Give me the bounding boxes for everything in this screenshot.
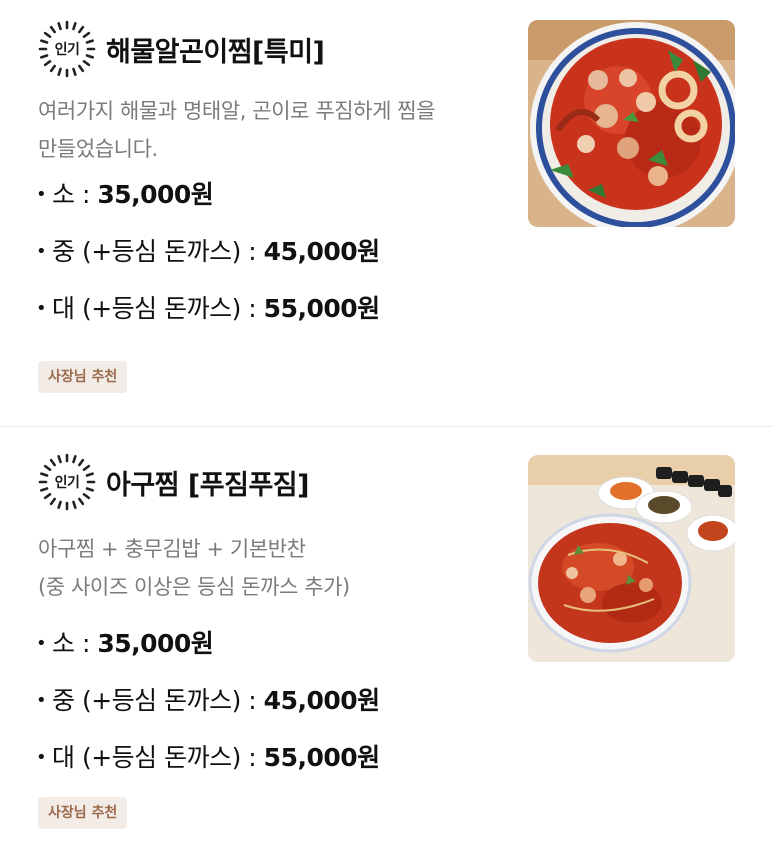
price-row-small: • 소 : 35,000원 [36,615,380,672]
size-label: 소 : [52,180,98,209]
popular-badge: 인기 [38,20,96,78]
bullet: • [36,747,47,768]
size-label: 중 (+등심 돈까스) : [52,237,264,266]
item-description: 아구찜 + 충무김밥 + 기본반찬 (중 사이즈 이상은 등심 돈까스 추가) [38,530,508,606]
bullet: • [36,241,47,262]
bullet: • [36,298,47,319]
item-title: 해물알곤이찜[특미] [106,36,325,68]
item-header: 인기 해물알곤이찜[특미] [38,20,325,78]
bullet: • [36,184,47,205]
price-list: • 소 : 35,000원 • 중 (+등심 돈까스) : 45,000원 • 대 (… [36,615,380,786]
description-line: 만들었습니다. [38,137,158,161]
bullet: • [36,690,47,711]
price-row-small: • 소 : 35,000원 [36,166,380,223]
price-value: 55,000원 [263,294,380,323]
price-row-medium: • 중 (+등심 돈까스) : 45,000원 [36,672,380,729]
monkfish-steam-photo[interactable] [528,455,735,662]
size-label: 중 (+등심 돈까스) : [52,686,264,715]
owner-recommend-badge: 사장님 추천 [38,361,128,393]
menu-item[interactable]: 인기 아구찜 [푸짐푸짐] 아구찜 + 충무김밥 + 기본반찬 (중 사이즈 이… [0,426,773,852]
price-value: 35,000원 [97,180,214,209]
item-title: 아구찜 [푸짐푸짐] [106,469,309,501]
item-description: 여러가지 해물과 명태알, 곤이로 푸짐하게 찜을 만들었습니다. [38,92,508,168]
price-value: 45,000원 [263,686,380,715]
price-value: 35,000원 [97,629,214,658]
size-label: 대 (+등심 돈까스) : [52,294,264,323]
price-row-large: • 대 (+등심 돈까스) : 55,000원 [36,729,380,786]
menu-item[interactable]: 인기 해물알곤이찜[특미] 여러가지 해물과 명태알, 곤이로 푸짐하게 찜을 … [0,0,773,426]
popular-badge-label: 인기 [54,475,80,491]
owner-recommend-badge: 사장님 추천 [38,797,128,829]
price-row-large: • 대 (+등심 돈까스) : 55,000원 [36,280,380,337]
size-label: 소 : [52,629,98,658]
description-line: 아구찜 + 충무김밥 + 기본반찬 [38,537,306,561]
price-value: 55,000원 [263,743,380,772]
bullet: • [36,633,47,654]
item-header: 인기 아구찜 [푸짐푸짐] [38,453,309,511]
seafood-steam-photo[interactable] [528,20,735,227]
popular-badge-label: 인기 [54,42,80,58]
popular-badge: 인기 [38,453,96,511]
price-row-medium: • 중 (+등심 돈까스) : 45,000원 [36,223,380,280]
description-line: 여러가지 해물과 명태알, 곤이로 푸짐하게 찜을 [38,99,436,123]
price-value: 45,000원 [263,237,380,266]
price-list: • 소 : 35,000원 • 중 (+등심 돈까스) : 45,000원 • 대 (… [36,166,380,337]
size-label: 대 (+등심 돈까스) : [52,743,264,772]
description-line: (중 사이즈 이상은 등심 돈까스 추가) [38,575,350,599]
